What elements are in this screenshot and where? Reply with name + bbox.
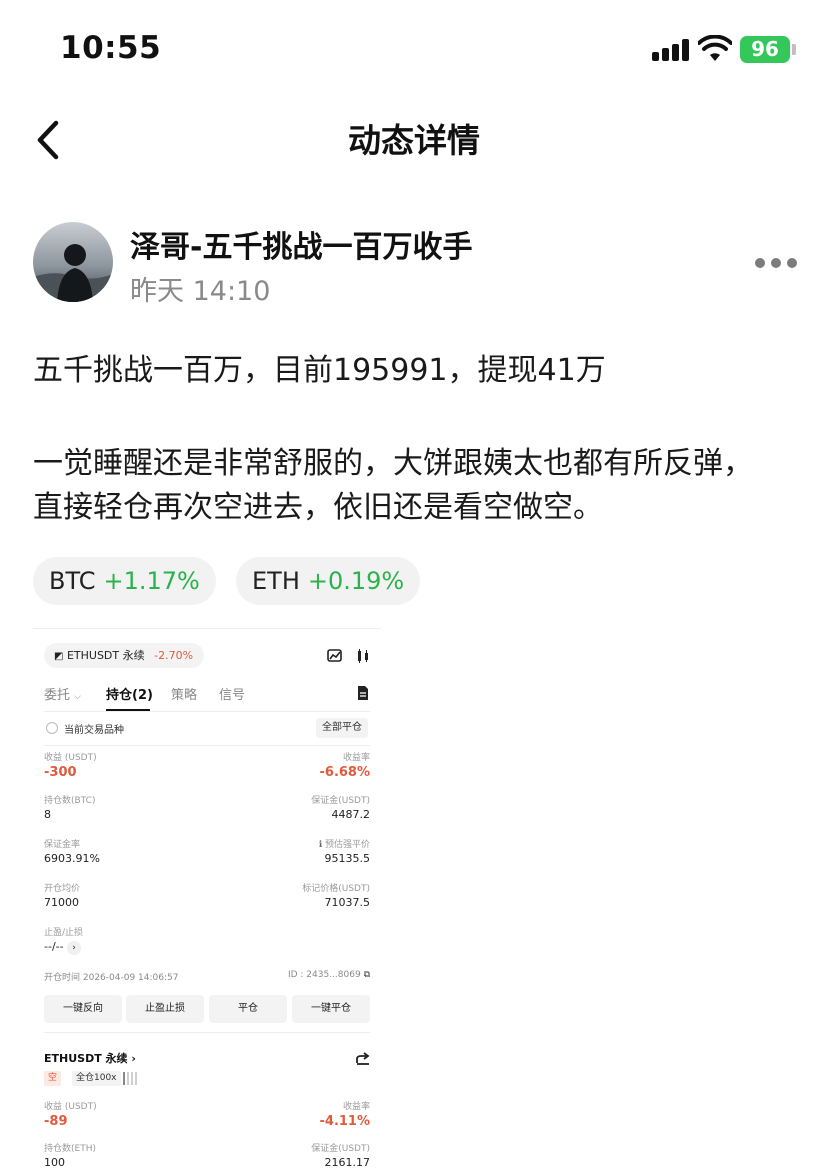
kline-icon: [327, 649, 342, 662]
position2-symbol-text: ETHUSDT 永续: [44, 1052, 128, 1065]
pnl-value: -89: [44, 1114, 68, 1129]
mark-price-value: 71037.5: [324, 896, 371, 909]
chevron-down-icon: ⌵: [74, 692, 81, 702]
close-position-button[interactable]: 平仓: [209, 995, 287, 1023]
symbol-change: -2.70%: [154, 649, 194, 662]
attached-screenshot[interactable]: ◩ ETHUSDT 永续 -2.70% 委托 ⌵ 持仓(2) 策略 信号 当前交…: [33, 628, 381, 1172]
divider: [44, 711, 370, 712]
size-label: 持仓数(BTC): [44, 796, 96, 806]
tag-eth[interactable]: ETH +0.19%: [236, 557, 421, 605]
battery-level: 96: [751, 37, 779, 61]
status-bar: 10:55 96: [0, 0, 828, 100]
margin-ratio-label: 保证金率: [44, 840, 81, 850]
author-name[interactable]: 泽哥-五千挑战一百万收手: [130, 222, 472, 266]
post-text-line1: 五千挑战一百万，目前195991，提现41万: [33, 353, 606, 388]
divider: [44, 745, 370, 746]
current-pair-radio[interactable]: [46, 722, 58, 734]
avatar[interactable]: [33, 222, 113, 302]
size-value: 8: [44, 808, 51, 821]
pnl-label: 收益 (USDT): [44, 1102, 97, 1112]
tab-label: 委托: [44, 688, 71, 703]
position-id-text: ID : 2435...8069: [287, 970, 361, 980]
status-time: 10:55: [60, 30, 162, 66]
tag-change: +1.17%: [103, 567, 200, 595]
tpsl-button[interactable]: 止盈止损: [126, 995, 204, 1023]
document-icon[interactable]: [355, 685, 371, 701]
position2-symbol[interactable]: ETHUSDT 永续 ›: [44, 1050, 136, 1066]
pnl-value: -300: [44, 765, 77, 780]
roe-label: 收益率: [342, 1102, 370, 1112]
margin-label: 保证金(USDT): [311, 1144, 370, 1154]
close-all-button[interactable]: 全部平仓: [316, 718, 368, 738]
battery-tip: [792, 44, 796, 55]
entry-price-label: 开仓均价: [44, 884, 81, 894]
tpsl-value[interactable]: --/-- ›: [44, 940, 82, 955]
page-title: 动态详情: [348, 121, 480, 160]
margin-label: 保证金(USDT): [311, 796, 370, 806]
tag-symbol: ETH: [252, 567, 300, 595]
tag-change: +0.19%: [307, 567, 405, 595]
tab-signals[interactable]: 信号: [219, 684, 245, 703]
cellular-signal-icon: [652, 39, 690, 61]
reverse-button[interactable]: 一键反向: [44, 995, 122, 1023]
tab-strategy[interactable]: 策略: [171, 684, 197, 703]
liq-price-value: 95135.5: [324, 852, 371, 865]
roe-value: -4.11%: [319, 1114, 371, 1129]
position-id[interactable]: ID : 2435...8069 ⧉: [288, 970, 370, 980]
post-text-paragraph: 一觉睡醒还是非常舒服的，大饼跟姨太也都有所反弹，直接轻仓再次空进去，依旧还是看空…: [33, 446, 753, 525]
symbol-pill: ◩ ETHUSDT 永续 -2.70%: [44, 643, 204, 668]
chevron-right-icon: ›: [67, 941, 82, 955]
tag-symbol: BTC: [49, 567, 96, 595]
open-time: 开仓时间 2026-04-09 14:06:57: [44, 973, 179, 983]
more-options-icon[interactable]: [755, 256, 797, 270]
chevron-right-icon: ›: [131, 1052, 136, 1065]
roe-value: -6.68%: [319, 765, 371, 780]
divider: [44, 1032, 370, 1033]
tpsl-label: 止盈/止损: [44, 928, 84, 938]
liq-price-label: ℹ 预估强平价: [319, 837, 370, 850]
symbol-label: ETHUSDT 永续: [66, 649, 145, 662]
pnl-label: 收益 (USDT): [44, 753, 97, 763]
tag-btc[interactable]: BTC +1.17%: [33, 557, 216, 605]
wifi-icon: [698, 35, 732, 61]
margin-value: 2161.17: [324, 1156, 371, 1169]
quick-close-button[interactable]: 一键平仓: [292, 995, 370, 1023]
post-time: 昨天 14:10: [130, 276, 271, 307]
short-badge: 空: [44, 1071, 62, 1086]
current-pair-label: 当前交易品种: [64, 725, 124, 736]
size-label: 持仓数(ETH): [44, 1144, 96, 1154]
tpsl-value-text: --/--: [44, 940, 64, 953]
size-value: 100: [44, 1156, 65, 1169]
leverage-bars-icon: [123, 1072, 139, 1085]
leverage-badge: 全仓100x: [72, 1071, 121, 1086]
margin-value: 4487.2: [331, 808, 371, 821]
liq-label-text: 预估强平价: [324, 840, 370, 850]
roe-label: 收益率: [342, 753, 370, 763]
tab-positions[interactable]: 持仓(2): [106, 684, 153, 703]
margin-ratio-value: 6903.91%: [44, 852, 100, 865]
tab-orders[interactable]: 委托 ⌵: [44, 684, 81, 703]
chart-icon: ◩: [54, 651, 64, 662]
battery-indicator: 96: [740, 36, 790, 63]
entry-price-value: 71000: [44, 896, 79, 909]
mark-price-label: 标记价格(USDT): [302, 884, 370, 894]
copy-icon: ⧉: [363, 970, 370, 980]
candlestick-icon: [358, 649, 368, 663]
share-icon[interactable]: [355, 1050, 371, 1066]
